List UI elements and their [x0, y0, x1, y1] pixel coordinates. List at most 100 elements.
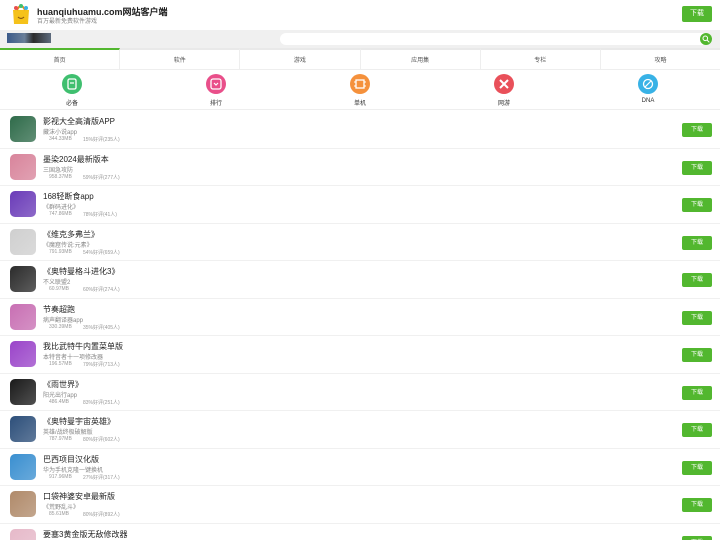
download-button[interactable]: 下载 [682, 235, 712, 250]
app-icon[interactable] [10, 378, 36, 405]
category-shortcuts: 必备 排行 单机 网游 DNA [0, 70, 720, 110]
download-button[interactable]: 下载 [682, 123, 712, 137]
app-icon[interactable] [10, 191, 36, 217]
search-bar [0, 30, 720, 48]
tab-columns[interactable]: 专栏 [480, 48, 601, 69]
app-icon[interactable] [10, 266, 36, 292]
app-icon[interactable] [10, 303, 36, 330]
tab-software[interactable]: 软件 [120, 48, 241, 69]
search-button[interactable] [700, 33, 712, 45]
app-name[interactable]: 我比武特牛内置菜单版 [43, 341, 123, 352]
app-name[interactable]: 168轻断食app [43, 191, 94, 202]
app-icon[interactable] [10, 153, 36, 180]
app-description: 阳光出行app [43, 392, 78, 399]
category-online-games[interactable]: 网游 [474, 74, 534, 107]
category-single-player[interactable]: 单机 [330, 74, 390, 107]
app-name[interactable]: 节奏超跑 [43, 304, 75, 315]
app-name[interactable]: 墨染2024最新版本 [43, 154, 109, 165]
download-button[interactable]: 下载 [682, 460, 712, 475]
app-icon[interactable] [10, 341, 36, 367]
category-dna[interactable]: DNA [618, 74, 678, 104]
app-name[interactable]: 要塞3黄金版无敌修改器 [43, 529, 127, 540]
app-description: 三国急攻防 [43, 167, 74, 174]
list-item[interactable]: 《奥特曼格斗进化3》 不义联盟2 60.97MB 60%好评(274人) 下载 [0, 261, 720, 299]
category-label: DNA [641, 98, 655, 104]
category-essentials[interactable]: 必备 [42, 74, 102, 107]
list-item[interactable]: 168轻断食app 《群码进化》 747.86MB 78%好评(41人) 下载 [0, 186, 720, 224]
app-rating: 78%好评(41人) [83, 212, 117, 218]
app-rating: 54%好评(659人) [83, 249, 120, 256]
app-icon[interactable] [10, 528, 36, 540]
list-item[interactable]: 巴西项目汉化版 华为手机克隆一键换机 917.96MB 27%好评(317人) 下载 [0, 449, 720, 486]
category-ranking[interactable]: 排行 [186, 74, 246, 107]
app-size: 958.37MB [49, 173, 72, 180]
app-icon[interactable] [10, 491, 36, 517]
app-rating: 35%好评(405人) [83, 324, 120, 331]
app-size: 85.61MB [49, 511, 70, 517]
app-size: 791.93MB [49, 248, 72, 255]
download-button[interactable]: 下载 [682, 160, 712, 175]
site-subtitle: 百万最新免费软件游戏 [37, 19, 98, 25]
list-item[interactable]: 《维克多弗兰》《魔窟传说:元素》 791.93MB 54%好评(659人) 下载 [0, 224, 720, 261]
download-button[interactable]: 下载 [682, 348, 712, 362]
app-rating: 83%好评(251人) [83, 399, 120, 406]
list-item[interactable]: 要塞3黄金版无敌修改器下载 [0, 524, 720, 540]
list-item[interactable]: 《雨世界》 阳光出行app 486.4MB 83%好评(251人) 下载 [0, 374, 720, 411]
download-button[interactable]: 下载 [682, 535, 712, 540]
app-icon[interactable] [10, 453, 36, 480]
category-label: 排行 [209, 101, 222, 107]
download-button[interactable]: 下载 [682, 273, 712, 287]
list-item[interactable]: 我比武特牛内置菜单版 本特音者十一项修改器 196.57MB 79%好评(713人) 下… [0, 336, 720, 374]
app-icon[interactable] [10, 228, 36, 255]
top-header: huanqiuhuamu.com网站客户端 百万最新免费软件游戏 下载 [0, 0, 720, 30]
category-label: 必备 [65, 101, 78, 107]
app-rating: 15%好评(235人) [83, 137, 120, 143]
rank-icon [206, 74, 226, 94]
dna-icon [638, 74, 658, 94]
app-size: 747.86MB [49, 211, 72, 217]
tab-games[interactable]: 游戏 [240, 48, 361, 69]
list-item[interactable]: 口袋神婆安卓最新版 《荒野乱斗》 85.61MB 80%好评(892人) 下载 [0, 486, 720, 524]
app-rating: 60%好评(274人) [83, 287, 120, 293]
app-description: 不义联盟2 [43, 280, 71, 286]
list-item[interactable]: 影视大全高清版APP 藏沫小说app 344.33MB 15%好评(235人) 下载 [0, 111, 720, 149]
app-list: 影视大全高清版APP 藏沫小说app 344.33MB 15%好评(235人) 下载 墨染… [0, 111, 720, 540]
download-button[interactable]: 下载 [682, 498, 712, 512]
app-name[interactable]: 《维克多弗兰》 [43, 229, 99, 240]
app-description: 病声翻译器app [43, 317, 84, 324]
app-rating: 59%好评(277人) [83, 174, 120, 181]
app-name[interactable]: 影视大全高清版APP [43, 116, 115, 127]
app-description: 英雄/战终极破解版 [43, 430, 93, 436]
app-name[interactable]: 《奥特曼格斗进化3》 [43, 266, 119, 277]
box-icon [62, 74, 82, 94]
category-label: 网游 [497, 101, 510, 107]
site-logo-icon[interactable] [10, 2, 32, 26]
banner-thumbnail[interactable] [7, 33, 51, 43]
app-name[interactable]: 《奥特曼宇宙英雄》 [43, 416, 115, 427]
app-icon[interactable] [10, 416, 36, 442]
tab-guides[interactable]: 攻略 [600, 48, 720, 69]
list-item[interactable]: 《奥特曼宇宙英雄》 英雄/战终极破解版 787.97MB 80%好评(602人) 下载 [0, 411, 720, 449]
download-button[interactable]: 下载 [682, 198, 712, 212]
app-name[interactable]: 《雨世界》 [43, 379, 83, 390]
app-rating: 79%好评(713人) [83, 362, 120, 368]
search-input[interactable] [280, 33, 712, 45]
app-size: 917.96MB [49, 473, 72, 480]
app-size: 787.97MB [49, 436, 72, 442]
download-button[interactable]: 下载 [682, 423, 712, 437]
download-button[interactable]: 下载 [682, 385, 712, 400]
cross-icon [494, 74, 514, 94]
app-size: 196.57MB [49, 361, 72, 367]
tab-home[interactable]: 首页 [0, 48, 121, 69]
app-description: 《魔窟传说:元素》 [43, 242, 93, 249]
app-icon[interactable] [10, 116, 36, 142]
category-label: 单机 [353, 101, 366, 107]
list-item[interactable]: 节奏超跑 病声翻译器app 330.39MB 35%好评(405人) 下载 [0, 299, 720, 336]
download-button[interactable]: 下载 [682, 310, 712, 325]
app-description: 《荒野乱斗》 [43, 505, 80, 511]
list-item[interactable]: 墨染2024最新版本三国急攻防 958.37MB 59%好评(277人) 下载 [0, 149, 720, 186]
tab-app-collections[interactable]: 应用集 [360, 48, 481, 69]
header-download-button[interactable]: 下载 [682, 6, 712, 22]
app-name[interactable]: 口袋神婆安卓最新版 [43, 491, 115, 502]
app-name[interactable]: 巴西项目汉化版 [43, 454, 99, 465]
